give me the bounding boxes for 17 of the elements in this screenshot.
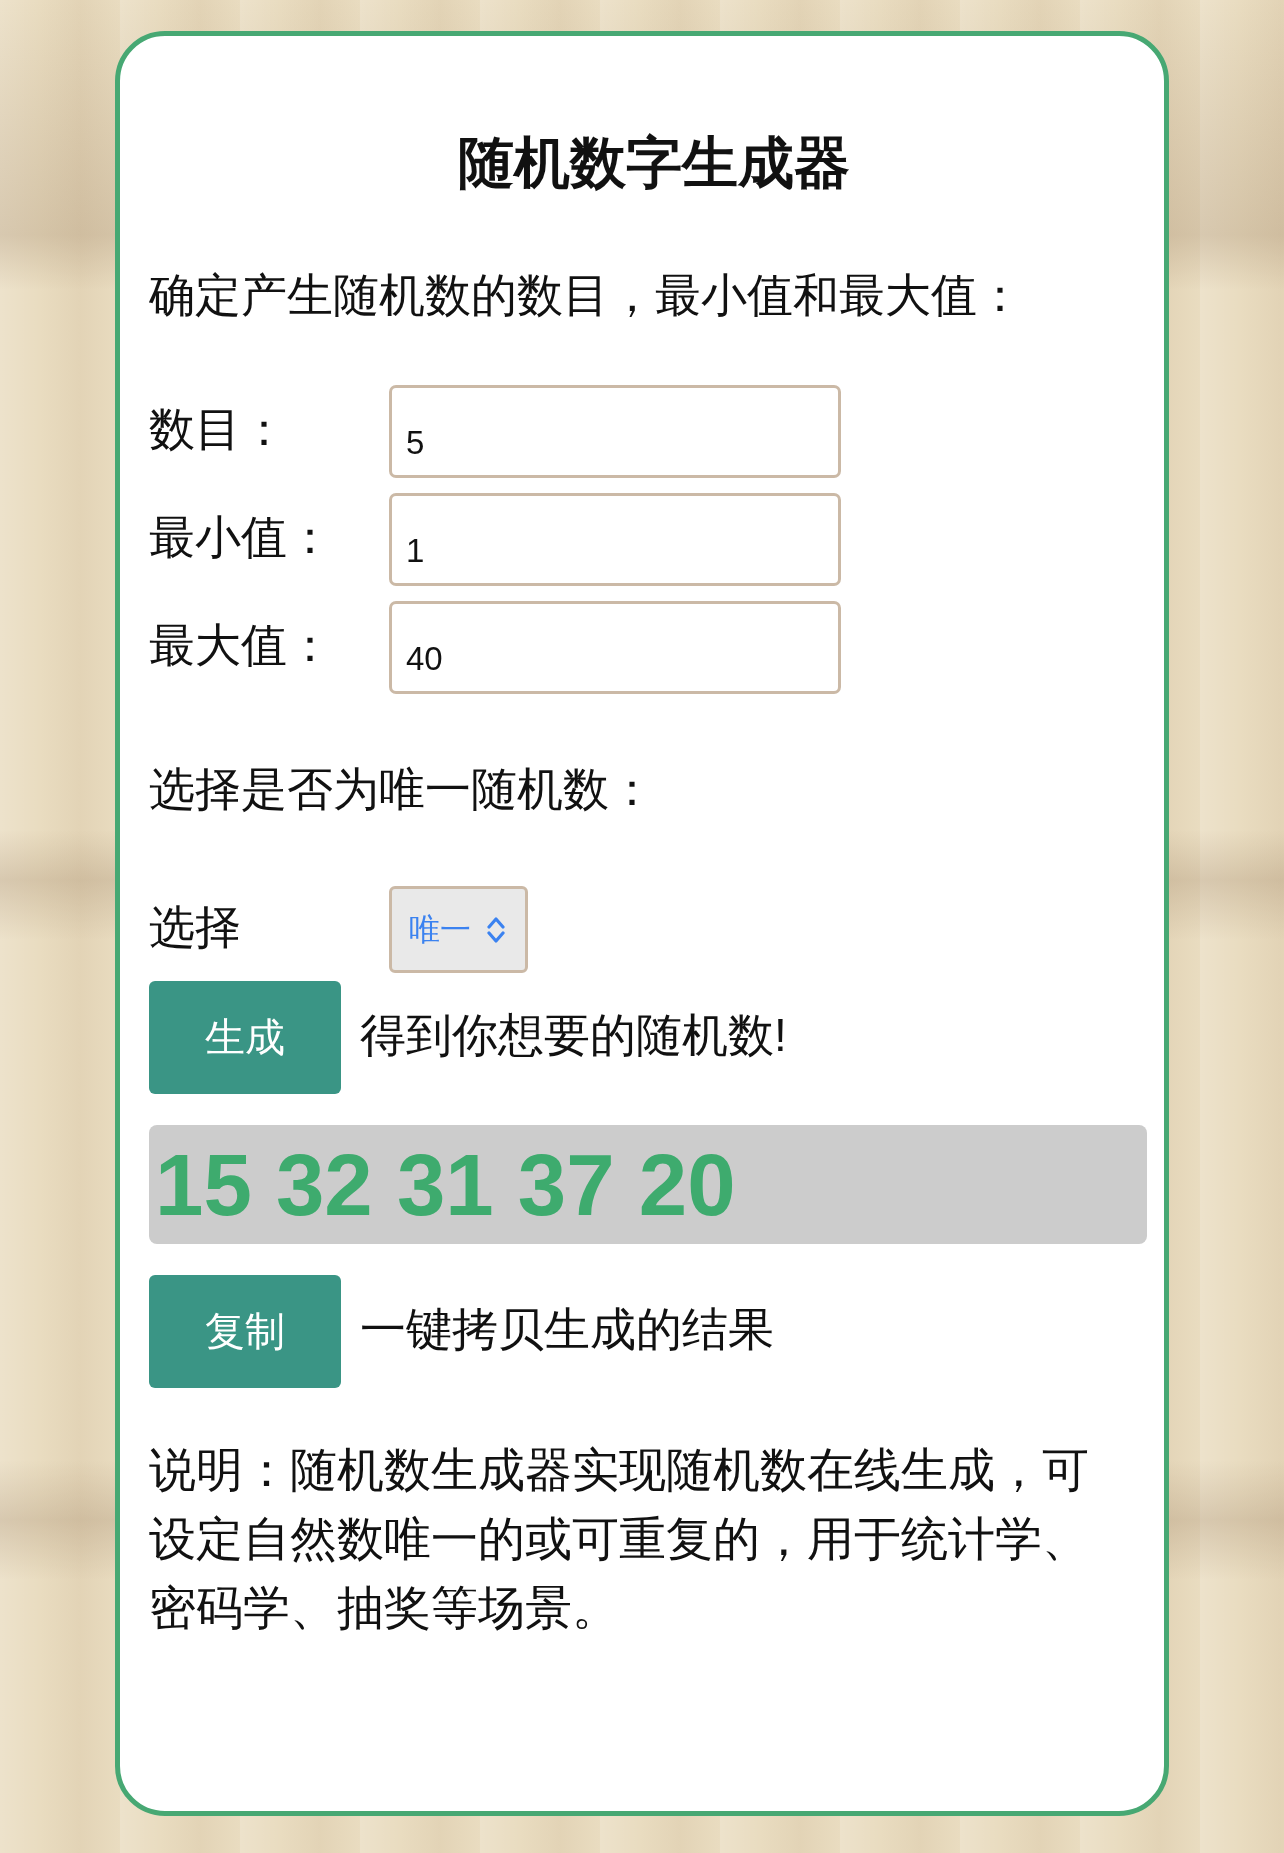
copy-button[interactable]: 复制 — [149, 1275, 341, 1388]
result-numbers: 15 32 31 37 20 — [155, 1134, 736, 1235]
question-text: 选择是否为唯一随机数： — [149, 762, 655, 817]
input-field[interactable]: 5 — [389, 385, 841, 478]
field-label: 数目： — [149, 401, 288, 457]
page-title: 随机数字生成器 — [458, 130, 850, 196]
description-text: 说明：随机数生成器实现随机数在线生成，可设定自然数唯一的或可重复的，用于统计学、密码学、抽奖等场景。 — [149, 1442, 1090, 1636]
chevron-up-down-icon — [487, 915, 505, 944]
select-label: 选择 — [149, 899, 242, 955]
field-label: 最小值： — [149, 509, 334, 565]
input-field[interactable]: 40 — [389, 601, 841, 694]
generate-button[interactable]: 生成 — [149, 981, 341, 1094]
field-label: 最大值： — [149, 617, 334, 673]
copy-hint: 一键拷贝生成的结果 — [360, 1301, 774, 1357]
input-field[interactable]: 1 — [389, 493, 841, 586]
generate-hint: 得到你想要的随机数! — [360, 1007, 787, 1063]
intro-text: 确定产生随机数的数目，最小值和最大值： — [149, 268, 1023, 323]
